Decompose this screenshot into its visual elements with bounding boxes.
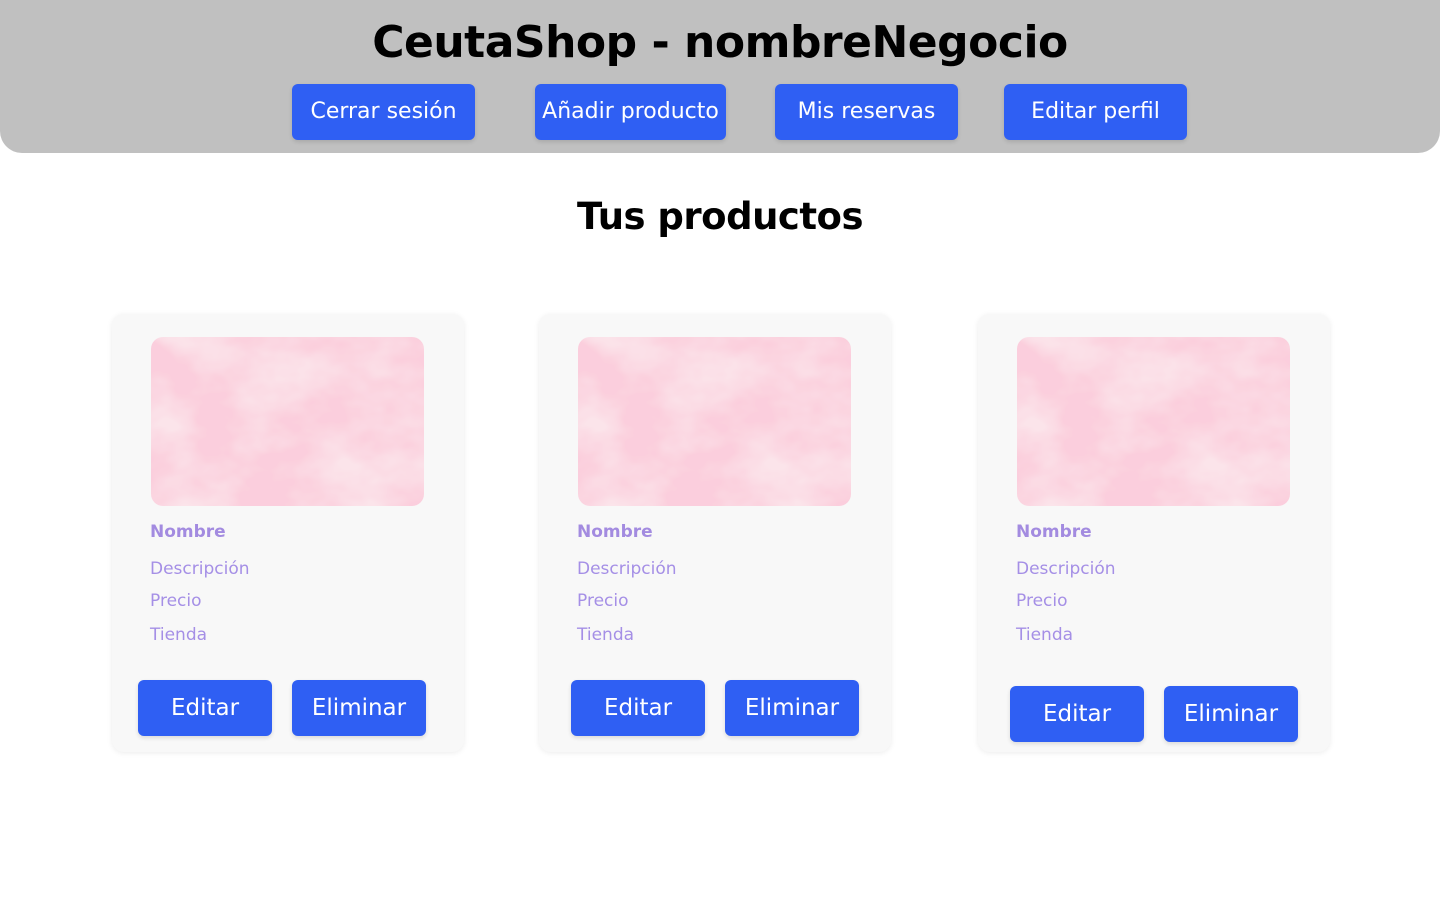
product-price: Precio (150, 591, 202, 611)
logout-button[interactable]: Cerrar sesión (292, 84, 475, 140)
delete-product-button[interactable]: Eliminar (292, 680, 426, 736)
product-shop: Tienda (1016, 625, 1074, 645)
product-card: Nombre Descripción Precio Tienda Editar … (112, 314, 464, 752)
my-bookings-button[interactable]: Mis reservas (775, 84, 958, 140)
product-description: Descripción (1016, 559, 1116, 579)
site-title: CeutaShop - nombreNegocio (372, 17, 1068, 68)
product-image (578, 337, 851, 506)
product-shop: Tienda (150, 625, 208, 645)
product-price: Precio (577, 591, 629, 611)
product-card: Nombre Descripción Precio Tienda Editar … (539, 314, 891, 752)
product-shop: Tienda (577, 625, 635, 645)
edit-product-button[interactable]: Editar (138, 680, 272, 736)
edit-profile-button[interactable]: Editar perfil (1004, 84, 1187, 140)
edit-product-button[interactable]: Editar (571, 680, 705, 736)
edit-product-button[interactable]: Editar (1010, 686, 1144, 742)
product-description: Descripción (150, 559, 250, 579)
delete-product-button[interactable]: Eliminar (725, 680, 859, 736)
product-price: Precio (1016, 591, 1068, 611)
product-card: Nombre Descripción Precio Tienda Editar … (978, 314, 1330, 752)
product-name: Nombre (577, 522, 653, 542)
product-image (1017, 337, 1290, 506)
top-header: CeutaShop - nombreNegocio Cerrar sesión … (0, 0, 1440, 153)
add-product-button[interactable]: Añadir producto (535, 84, 726, 140)
product-image (151, 337, 424, 506)
delete-product-button[interactable]: Eliminar (1164, 686, 1298, 742)
product-description: Descripción (577, 559, 677, 579)
product-name: Nombre (150, 522, 226, 542)
product-name: Nombre (1016, 522, 1092, 542)
section-title: Tus productos (577, 195, 863, 238)
